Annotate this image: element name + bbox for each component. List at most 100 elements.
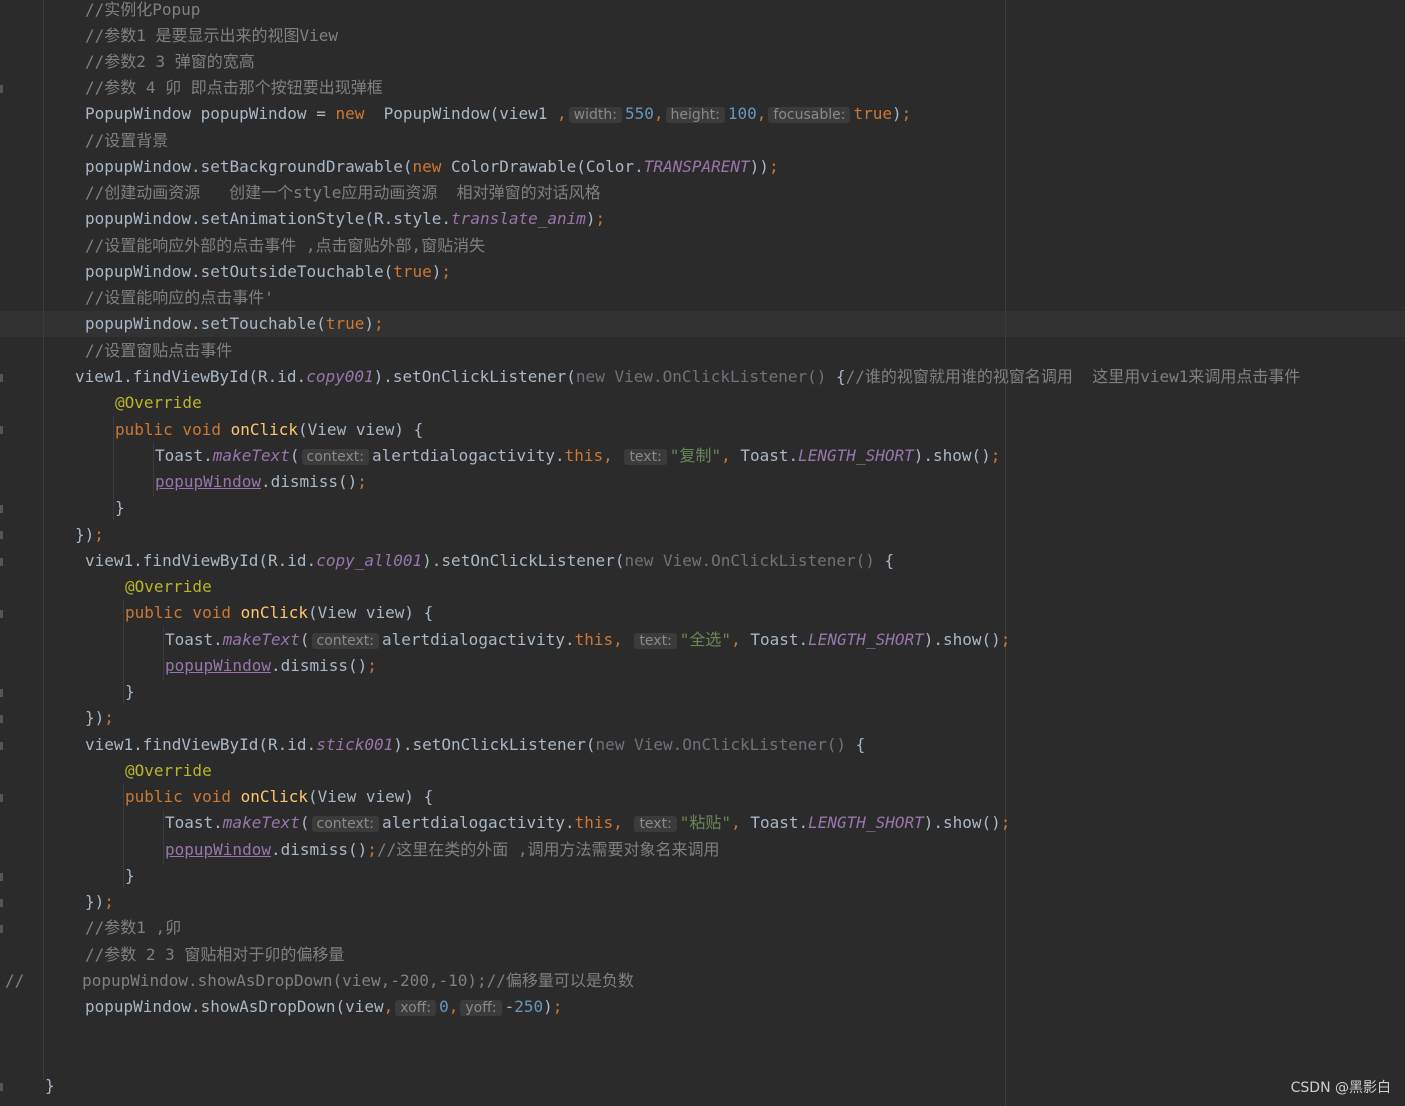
code-line[interactable]: public void onClick(View view) { [115, 417, 423, 443]
code-line[interactable]: popupWindow.setBackgroundDrawable(new Co… [85, 154, 779, 180]
parameter-hint: text: [624, 449, 667, 465]
fold-marker[interactable] [0, 558, 3, 566]
code-line[interactable]: //参数1 是要显示出来的视图View [85, 23, 338, 49]
code-line[interactable]: public void onClick(View view) { [125, 600, 433, 626]
code-token: , [731, 813, 751, 832]
fold-marker[interactable] [0, 925, 3, 933]
code-token: Toast. [750, 630, 809, 649]
parameter-hint: height: [665, 107, 725, 123]
code-token: }) [85, 892, 105, 911]
code-token: ; [990, 446, 1001, 465]
fold-marker[interactable] [0, 505, 3, 513]
code-line[interactable]: PopupWindow popupWindow = new PopupWindo… [85, 101, 911, 127]
fold-marker[interactable] [0, 374, 3, 382]
fold-marker[interactable] [0, 715, 3, 723]
fold-marker[interactable] [0, 85, 3, 93]
code-token: ) [431, 262, 442, 281]
code-line[interactable]: //设置能响应外部的点击事件 ,点击窗贴外部,窗贴消失 [85, 233, 485, 259]
code-token: alertdialogactivity. [381, 813, 575, 832]
code-line[interactable]: popupWindow.setOutsideTouchable(true); [85, 259, 451, 285]
code-line[interactable]: view1.findViewById(R.id.copy001).setOnCl… [75, 364, 1300, 390]
fold-marker[interactable] [0, 689, 3, 697]
fold-marker[interactable] [0, 1083, 3, 1091]
code-token: , [557, 104, 567, 123]
fold-marker[interactable] [0, 426, 3, 434]
code-line[interactable]: //参数2 3 弹窗的宽高 [85, 49, 255, 75]
code-line[interactable]: view1.findViewById(R.id.stick001).setOnC… [85, 732, 865, 758]
code-line[interactable]: Toast.makeText(context: alertdialogactivi… [155, 443, 1000, 469]
code-token: ).setOnClickListener( [373, 367, 576, 386]
fold-marker[interactable] [0, 873, 3, 881]
code-line[interactable]: Toast.makeText(context: alertdialogactivi… [165, 627, 1010, 653]
code-token: this, [574, 630, 633, 649]
parameter-hint: context: [311, 633, 379, 649]
indent-guide [113, 416, 114, 520]
code-token: ColorDrawable(Color. [451, 157, 644, 176]
code-line[interactable]: //参数 2 3 窗贴相对于卯的偏移量 [85, 942, 344, 968]
code-line[interactable]: popupWindow.setTouchable(true); [85, 311, 384, 337]
code-line[interactable]: //设置窗贴点击事件 [85, 338, 232, 364]
code-token: , [721, 446, 741, 465]
code-token: makeText [222, 630, 300, 649]
right-margin-guide [1005, 0, 1006, 1106]
code-token: - [504, 997, 515, 1016]
code-token: ) [364, 314, 374, 333]
code-line[interactable]: //实例化Popup [85, 0, 200, 23]
code-token: new View.OnClickListener() [595, 735, 856, 754]
code-token: new View.OnClickListener() [624, 551, 885, 570]
code-token: Toast. [155, 446, 213, 465]
code-line[interactable]: view1.findViewById(R.id.copy_all001).set… [85, 548, 894, 574]
code-token: (View view) { [298, 420, 424, 439]
code-line[interactable]: public void onClick(View view) { [125, 784, 433, 810]
code-token: }) [75, 525, 95, 544]
code-token: view1.findViewById(R.id. [75, 367, 307, 386]
indent-guide [163, 810, 164, 864]
code-line[interactable]: }); [85, 705, 114, 731]
fold-marker[interactable] [0, 742, 3, 750]
code-token: true [853, 104, 892, 123]
code-line[interactable]: popupWindow.showAsDropDown(view, xoff: 0, y… [85, 994, 562, 1020]
code-line[interactable]: } [125, 679, 135, 705]
code-token: //设置背景 [85, 131, 169, 150]
code-token: popupWindow.setOutsideTouchable( [85, 262, 394, 281]
code-token: { [884, 551, 895, 570]
code-token: ( [299, 813, 310, 832]
code-token: ).setOnClickListener( [393, 735, 596, 754]
code-line[interactable]: @Override [115, 390, 202, 416]
code-token: } [115, 498, 125, 517]
code-line[interactable]: //参数 4 卯 即点击那个按钮要出现弹框 [85, 75, 383, 101]
fold-marker[interactable] [0, 531, 3, 539]
code-token: translate_anim [451, 209, 586, 228]
code-token: , [383, 997, 394, 1016]
code-token: LENGTH_SHORT [808, 630, 924, 649]
code-line[interactable]: }); [85, 889, 114, 915]
code-line[interactable]: //设置能响应的点击事件' [85, 285, 274, 311]
code-token: ; [104, 892, 114, 911]
code-line[interactable]: } [125, 863, 135, 889]
code-line[interactable]: popupWindow.dismiss(); [155, 469, 367, 495]
code-line[interactable]: //参数1 ,卯 [85, 915, 181, 941]
fold-marker[interactable] [0, 899, 3, 907]
parameter-hint: text: [634, 816, 677, 832]
code-line[interactable]: // popupWindow.showAsDropDown(view,-200,… [5, 968, 634, 994]
code-line[interactable]: @Override [125, 758, 212, 784]
code-line[interactable]: popupWindow.dismiss();//这里在类的外面 ,调用方法需要对… [165, 837, 719, 863]
code-line[interactable]: } [115, 495, 125, 521]
code-token: ) [585, 209, 596, 228]
code-token: //参数1 是要显示出来的视图View [85, 26, 339, 45]
code-line[interactable]: popupWindow.dismiss(); [165, 653, 377, 679]
code-line[interactable]: //创建动画资源 创建一个style应用动画资源 相对弹窗的对话风格 [85, 180, 601, 206]
code-line[interactable]: @Override [125, 574, 212, 600]
code-line[interactable]: }); [75, 522, 104, 548]
code-line[interactable]: } [45, 1073, 55, 1099]
fold-marker[interactable] [0, 610, 3, 618]
indent-guide [163, 626, 164, 680]
editor-gutter[interactable] [0, 0, 12, 1106]
indent-guide [153, 442, 154, 496]
code-line[interactable]: popupWindow.setAnimationStyle(R.style.tr… [85, 206, 605, 232]
code-line[interactable]: //设置背景 [85, 128, 168, 154]
code-token: ; [367, 840, 377, 859]
code-line[interactable]: Toast.makeText(context: alertdialogactivi… [165, 810, 1010, 836]
code-token: ; [441, 262, 452, 281]
fold-marker[interactable] [0, 794, 3, 802]
